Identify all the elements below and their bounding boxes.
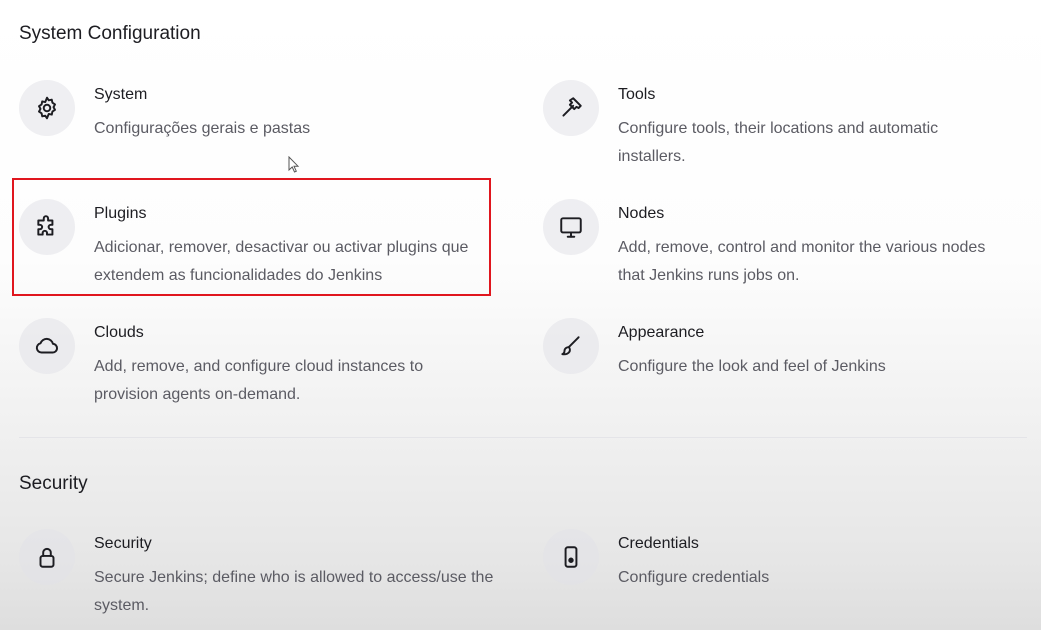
item-description: Adicionar, remover, desactivar ou activa…: [94, 239, 469, 284]
item-system[interactable]: System Configurações gerais e pastas: [19, 80, 489, 180]
item-description: Secure Jenkins; define who is allowed to…: [94, 569, 494, 614]
section-title-system-configuration: System Configuration: [19, 23, 201, 44]
item-description: Configure credentials: [618, 569, 770, 586]
cloud-icon: [19, 318, 75, 374]
item-title: System: [94, 86, 148, 103]
item-tools[interactable]: Tools Configure tools, their locations a…: [543, 80, 1013, 180]
item-title: Credentials: [618, 535, 699, 552]
gear-icon: [19, 80, 75, 136]
mouse-cursor-icon: [288, 156, 300, 173]
item-description: Add, remove, and configure cloud instanc…: [94, 358, 424, 403]
puzzle-icon: [19, 199, 75, 255]
section-title-security: Security: [19, 473, 88, 494]
item-title: Nodes: [618, 205, 665, 222]
brush-icon: [543, 318, 599, 374]
hammer-icon: [543, 80, 599, 136]
item-title: Appearance: [618, 324, 705, 341]
item-description: Configurações gerais e pastas: [94, 120, 311, 137]
item-description: Add, remove, control and monitor the var…: [618, 239, 986, 284]
item-title: Plugins: [94, 205, 147, 222]
item-title: Clouds: [94, 324, 144, 341]
item-plugins[interactable]: Plugins Adicionar, remover, desactivar o…: [19, 199, 489, 299]
section-divider: [19, 437, 1027, 438]
monitor-icon: [543, 199, 599, 255]
item-description: Configure the look and feel of Jenkins: [618, 358, 886, 375]
item-nodes[interactable]: Nodes Add, remove, control and monitor t…: [543, 199, 1013, 299]
phone-icon: [543, 529, 599, 585]
item-security[interactable]: Security Secure Jenkins; define who is a…: [19, 529, 493, 629]
item-title: Security: [94, 535, 152, 552]
item-clouds[interactable]: Clouds Add, remove, and configure cloud …: [19, 318, 489, 418]
item-appearance[interactable]: Appearance Configure the look and feel o…: [543, 318, 1013, 418]
item-credentials[interactable]: Credentials Configure credentials: [543, 529, 1013, 629]
item-title: Tools: [618, 86, 656, 103]
item-description: Configure tools, their locations and aut…: [618, 120, 939, 165]
lock-icon: [19, 529, 75, 585]
